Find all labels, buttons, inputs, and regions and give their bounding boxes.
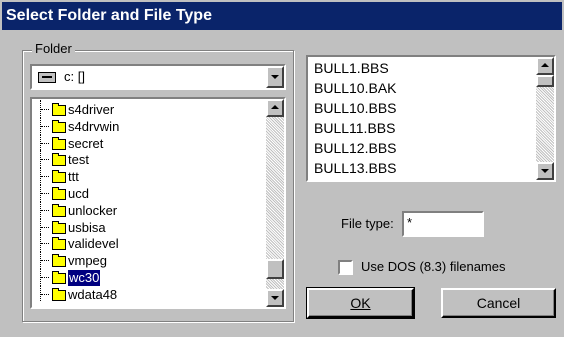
tree-connector (40, 284, 51, 301)
tree-connector (40, 133, 51, 150)
folder-list-scrollbar[interactable] (266, 99, 284, 307)
drive-icon (38, 72, 56, 83)
folder-icon (52, 220, 66, 234)
drive-value: c: [] (64, 69, 85, 84)
file-scroll-thumb[interactable] (536, 75, 554, 87)
dos-filenames-checkbox[interactable] (338, 260, 353, 275)
file-type-label: File type: (341, 216, 394, 231)
file-item[interactable]: BULL10.BBS (314, 98, 397, 118)
folder-name: wdata48 (68, 286, 118, 302)
file-list-scrollbar[interactable] (536, 57, 554, 180)
file-scroll-up-button[interactable] (536, 57, 554, 75)
folder-icon (52, 153, 66, 167)
folder-icon (52, 287, 66, 301)
folder-scroll-thumb[interactable] (266, 259, 284, 279)
tree-connector (40, 217, 51, 234)
file-item[interactable]: BULL13.BBS (314, 158, 397, 178)
tree-connector (40, 200, 51, 217)
file-type-input[interactable]: * (402, 211, 484, 237)
tree-connector (40, 234, 51, 251)
tree-connector (40, 268, 51, 284)
folder-icon (52, 103, 66, 116)
tree-connector (40, 150, 51, 167)
folder-name: s4driver (68, 102, 115, 117)
folder-group-label: Folder (32, 41, 75, 56)
folder-icon (52, 119, 66, 133)
dos-filenames-label: Use DOS (8.3) filenames (361, 259, 506, 274)
drive-dropdown-button[interactable] (266, 66, 284, 88)
folder-icon (52, 271, 66, 284)
folder-name: wc30 (66, 269, 102, 287)
drive-select[interactable]: c: [] (30, 64, 286, 90)
folder-name: ucd (68, 186, 89, 201)
cancel-button-label: Cancel (476, 295, 521, 311)
folder-name: s4drvwin (68, 118, 120, 134)
folder-scroll-up-button[interactable] (266, 99, 284, 117)
window-title: Select Folder and File Type (2, 2, 562, 30)
tree-connector (40, 116, 51, 133)
folder-icon (52, 203, 66, 217)
folder-icon (52, 136, 66, 150)
folder-name: ttt (68, 169, 79, 185)
ok-button[interactable]: OK (306, 287, 415, 319)
folder-icon (52, 187, 66, 200)
file-list[interactable]: BULL1.BBS BULL10.BAK BULL10.BBS BULL11.BBS B… (306, 55, 556, 182)
tree-connector (40, 251, 51, 268)
tree-connector (40, 100, 51, 116)
folder-name: vmpeg (68, 253, 108, 269)
file-scroll-down-button[interactable] (536, 162, 554, 180)
folder-icon (52, 237, 66, 251)
tree-connector (40, 184, 51, 200)
dialog-window: Select Folder and File Type Folder c: []… (0, 0, 564, 337)
file-item[interactable]: BULL10.BAK (314, 78, 397, 98)
folder-icon (52, 170, 66, 184)
file-item[interactable]: BULL12.BBS (314, 138, 397, 158)
folder-scroll-down-button[interactable] (266, 289, 284, 307)
folder-icon (52, 254, 66, 268)
folder-list[interactable]: s4driver s4drvwin secret test ttt ucd unlocker… (30, 97, 286, 309)
folder-name: validevel (68, 236, 119, 252)
cancel-button[interactable]: Cancel (441, 288, 556, 318)
folder-name: test (68, 152, 89, 168)
file-item[interactable]: BULL1.BBS (314, 58, 389, 78)
tree-connector (40, 167, 51, 184)
file-item[interactable]: BULL11.BBS (314, 118, 395, 138)
folder-name: usbisa (68, 219, 106, 235)
ok-button-label: OK (350, 295, 371, 311)
folder-name: secret (68, 135, 104, 151)
folder-name: unlocker (68, 202, 118, 218)
